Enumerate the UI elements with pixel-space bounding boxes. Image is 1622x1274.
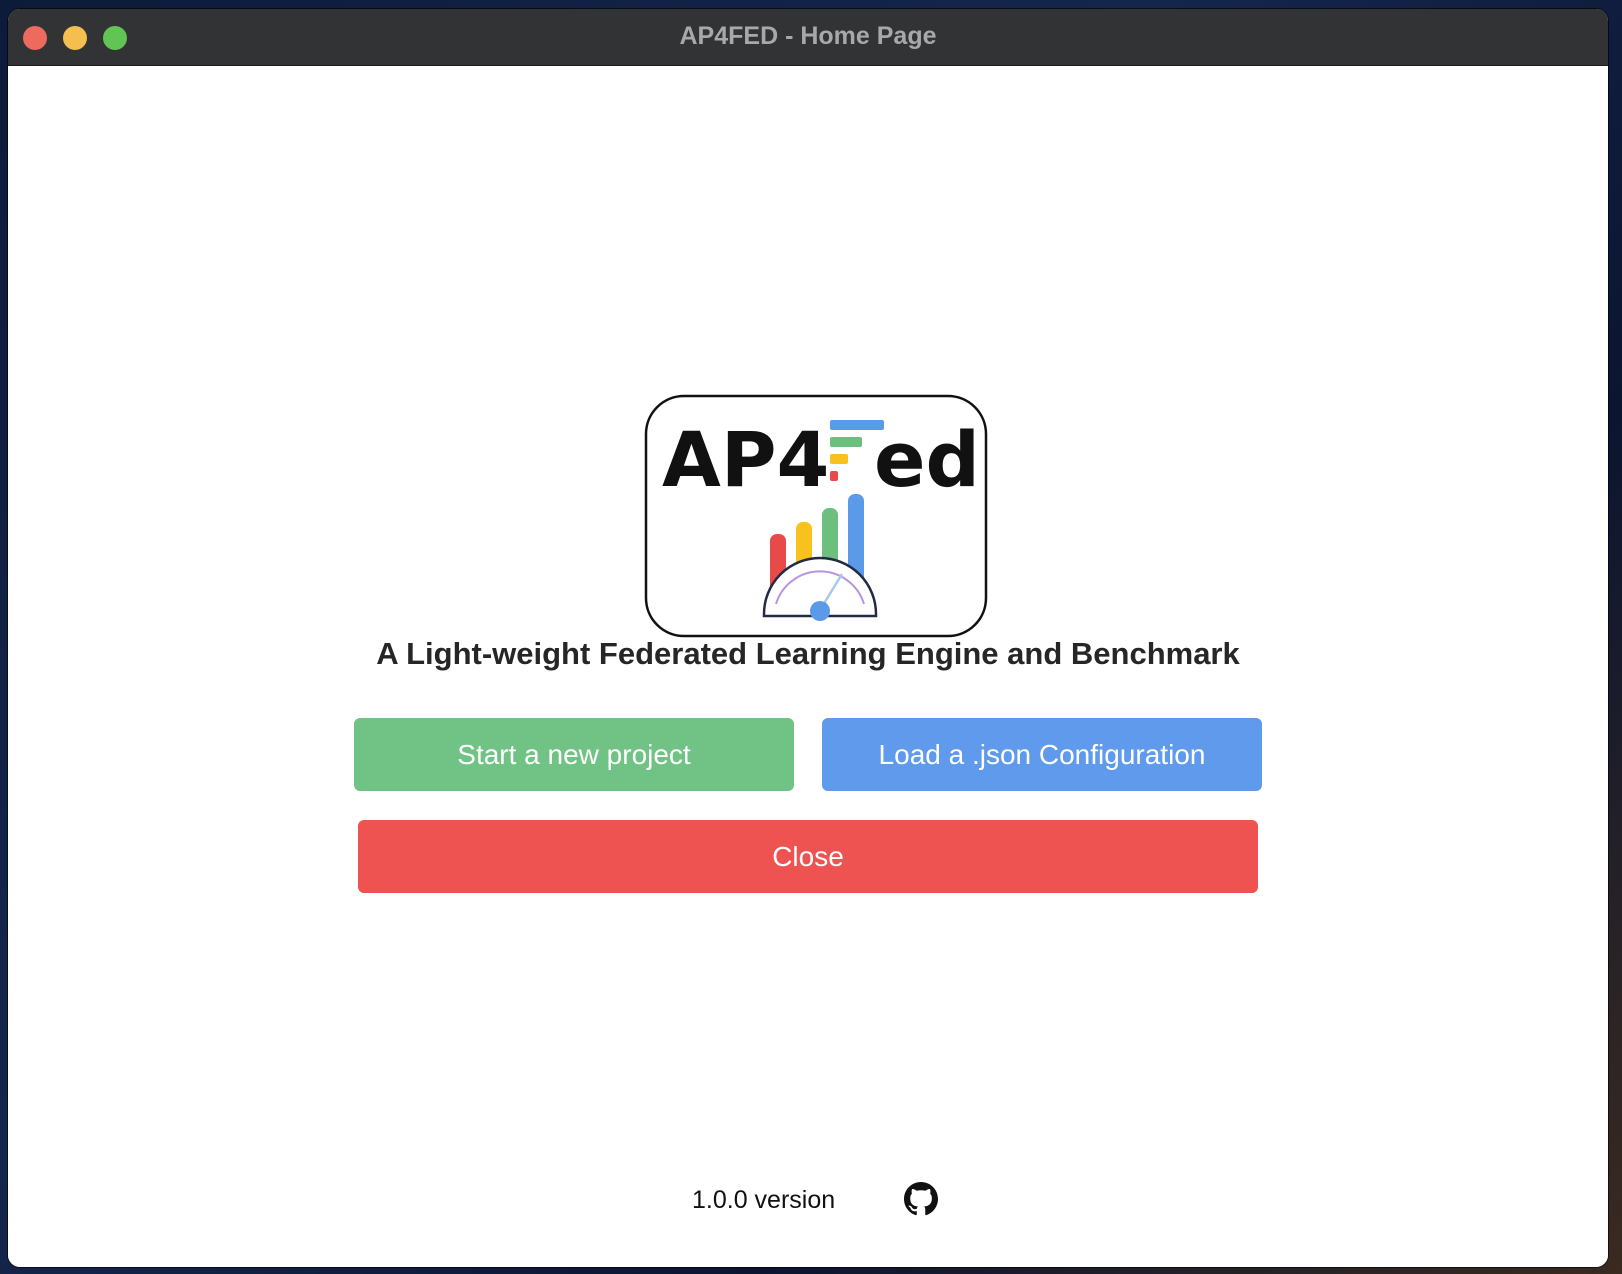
- home-page: AP4 ed A Light-weight Federated Learning…: [8, 66, 1608, 1267]
- app-tagline: A Light-weight Federated Learning Engine…: [376, 636, 1240, 671]
- window-title: AP4FED - Home Page: [679, 22, 937, 50]
- version-label: 1.0.0 version: [692, 1186, 836, 1214]
- close-button[interactable]: Close: [358, 820, 1258, 893]
- github-icon[interactable]: [904, 1182, 938, 1216]
- ap4fed-logo-image: AP4 ed: [644, 394, 988, 638]
- app-logo: AP4 ed: [644, 394, 988, 643]
- load-json-configuration-button[interactable]: Load a .json Configuration: [822, 718, 1262, 791]
- logo-text-ed: ed: [874, 415, 980, 504]
- github-icon-glyph: [904, 1182, 938, 1216]
- title-bar[interactable]: AP4FED - Home Page: [8, 9, 1608, 66]
- start-new-project-button[interactable]: Start a new project: [354, 718, 794, 791]
- app-window: AP4FED - Home Page AP4 ed A Light-weight…: [8, 9, 1608, 1267]
- logo-text-ap4: AP4: [662, 415, 829, 504]
